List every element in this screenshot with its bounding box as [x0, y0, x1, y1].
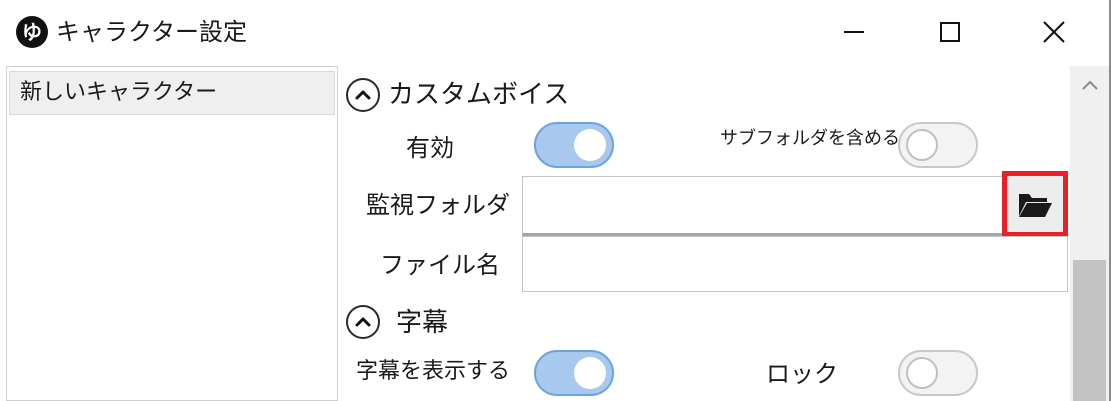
watch-folder-input[interactable]: [522, 176, 1006, 236]
enabled-toggle[interactable]: [534, 122, 614, 168]
show-subtitle-toggle[interactable]: [534, 350, 614, 396]
scroll-thumb[interactable]: [1073, 260, 1106, 401]
subtitle-section-title: 字幕: [396, 308, 449, 338]
chevron-up-icon: [355, 90, 371, 100]
app-icon: ゆ: [16, 16, 48, 48]
maximize-icon: [940, 22, 960, 42]
watch-folder-label: 監視フォルダ: [366, 191, 510, 219]
character-settings-window: ゆ キャラクター設定 新しいキャラクター カスタムボイス 有効 サブフォルダを含…: [0, 0, 1111, 401]
list-item[interactable]: 新しいキャラクター: [9, 71, 335, 115]
lock-toggle[interactable]: [898, 350, 978, 396]
include-subfolders-toggle[interactable]: [898, 122, 978, 168]
close-icon: [1043, 21, 1065, 43]
lock-label: ロック: [766, 360, 838, 388]
folder-open-icon: [1019, 194, 1052, 217]
custom-voice-section-title: カスタムボイス: [388, 80, 570, 110]
browse-folder-button[interactable]: [1002, 171, 1068, 237]
close-button[interactable]: [1014, 0, 1094, 64]
window-title: キャラクター設定: [56, 18, 248, 46]
file-name-field[interactable]: [523, 237, 1067, 291]
vertical-scrollbar[interactable]: [1070, 66, 1109, 401]
show-subtitle-label: 字幕を表示する: [356, 359, 511, 384]
custom-voice-collapse-button[interactable]: [346, 78, 380, 112]
maximize-button[interactable]: [910, 0, 990, 64]
subtitle-collapse-button[interactable]: [346, 305, 380, 339]
chevron-up-icon: [355, 317, 371, 327]
file-name-input[interactable]: [522, 236, 1068, 292]
scroll-up-button[interactable]: [1080, 78, 1100, 92]
toggle-knob: [906, 357, 938, 389]
minimize-icon: [844, 31, 864, 33]
title-bar[interactable]: ゆ キャラクター設定: [0, 0, 1109, 64]
include-subfolders-label: サブフォルダを含める: [720, 128, 900, 149]
toggle-knob: [574, 357, 606, 389]
enabled-label: 有効: [406, 134, 454, 162]
settings-panel: カスタムボイス 有効 サブフォルダを含める 監視フォルダ ファイル名 字幕 字幕…: [340, 66, 1070, 401]
character-list[interactable]: 新しいキャラクター: [6, 66, 338, 401]
toggle-knob: [574, 129, 606, 161]
watch-folder-field[interactable]: [523, 177, 1005, 233]
minimize-button[interactable]: [814, 0, 894, 64]
chevron-up-icon: [1082, 80, 1098, 90]
file-name-label: ファイル名: [380, 251, 500, 279]
toggle-knob: [906, 129, 938, 161]
